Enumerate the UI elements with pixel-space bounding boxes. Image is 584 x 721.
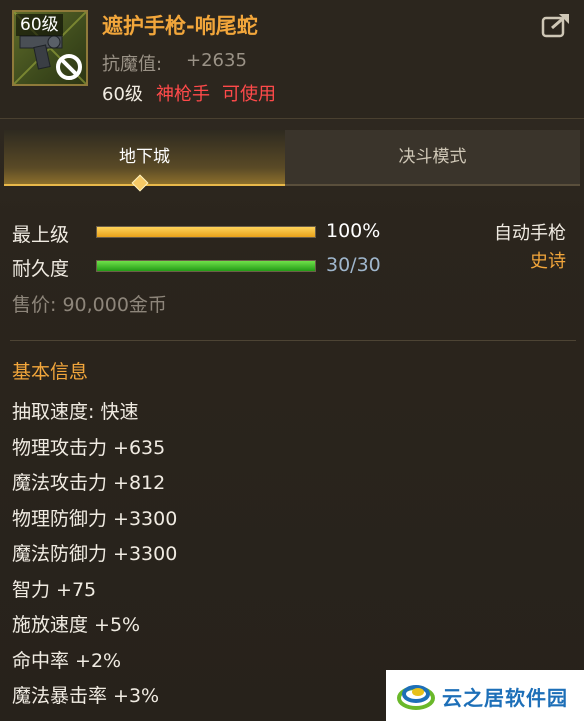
usable-status: 可使用 bbox=[222, 84, 276, 105]
share-icon bbox=[541, 13, 569, 38]
item-level-tag: 60级 bbox=[16, 14, 63, 36]
mode-tabs: 地下城 决斗模式 bbox=[4, 130, 580, 186]
item-icon-frame[interactable]: 60级 bbox=[12, 10, 88, 86]
watermark-swirl-icon bbox=[397, 685, 435, 710]
attribute-line: 物理攻击力 +635 bbox=[12, 437, 166, 459]
attribute-line: 魔法攻击力 +812 bbox=[12, 472, 166, 494]
attribute-line: 抽取速度: 快速 bbox=[12, 401, 139, 423]
upgrade-bar-fill bbox=[97, 227, 315, 237]
required-class: 神枪手 bbox=[156, 84, 210, 105]
basic-info-title: 基本信息 bbox=[12, 361, 89, 383]
magic-resist-value: +2635 bbox=[186, 50, 247, 71]
attribute-line: 物理防御力 +3300 bbox=[12, 508, 178, 530]
tab-dungeon[interactable]: 地下城 bbox=[4, 130, 285, 186]
item-tooltip-panel: 60级 遮护手枪-响尾蛇 抗魔值: +2635 60级 神枪手 可使用 地下城 … bbox=[0, 0, 584, 721]
attribute-line: 魔法暴击率 +3% bbox=[12, 685, 160, 707]
prohibited-icon bbox=[56, 54, 82, 80]
attribute-line: 施放速度 +5% bbox=[12, 614, 141, 636]
section-divider bbox=[10, 340, 576, 341]
share-button[interactable] bbox=[541, 12, 571, 38]
durability-bar-fill bbox=[97, 261, 315, 271]
attribute-line: 智力 +75 bbox=[12, 579, 97, 601]
durability-bar bbox=[96, 260, 316, 272]
attribute-line: 命中率 +2% bbox=[12, 650, 122, 672]
watermark-text: 云之居软件园 bbox=[442, 686, 568, 710]
upgrade-percent: 100% bbox=[326, 220, 381, 242]
durability-label: 耐久度 bbox=[12, 258, 70, 280]
upgrade-bar bbox=[96, 226, 316, 238]
weapon-type: 自动手枪 bbox=[494, 223, 566, 244]
magic-resist-label: 抗魔值: bbox=[102, 54, 163, 75]
rarity-label: 史诗 bbox=[530, 251, 566, 272]
attribute-line: 魔法防御力 +3300 bbox=[12, 543, 178, 565]
durability-value: 30/30 bbox=[326, 254, 381, 276]
watermark-logo: 云之居软件园 bbox=[386, 670, 584, 721]
sell-price: 售价: 90,000金币 bbox=[12, 294, 167, 316]
upgrade-label: 最上级 bbox=[12, 224, 70, 246]
item-name: 遮护手枪-响尾蛇 bbox=[102, 14, 258, 38]
tab-pvp[interactable]: 决斗模式 bbox=[285, 130, 580, 186]
required-level: 60级 bbox=[102, 84, 143, 105]
item-header: 60级 遮护手枪-响尾蛇 抗魔值: +2635 60级 神枪手 可使用 bbox=[0, 0, 584, 119]
